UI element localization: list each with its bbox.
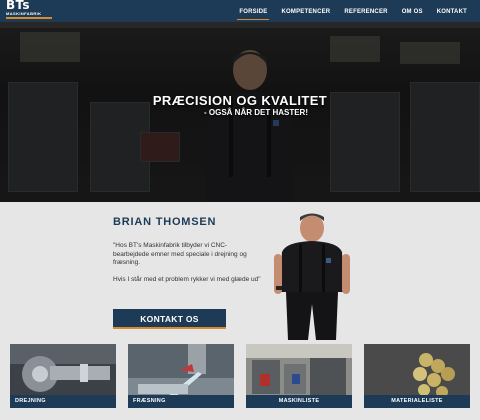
service-cards: DREJNING FRÆSNING MASKINLISTE MATERIALEL… bbox=[0, 340, 480, 420]
card-label: DREJNING bbox=[10, 395, 116, 408]
hero-subtitle: - OGSÅ NÅR DET HASTER! bbox=[204, 108, 308, 117]
main-nav: FORSIDE KOMPETENCER REFERENCER OM OS KON… bbox=[232, 0, 474, 22]
nav-item-kontakt[interactable]: KONTAKT bbox=[430, 0, 474, 22]
card-materialeliste[interactable]: MATERIALELISTE bbox=[364, 344, 470, 408]
quote-paragraph: Hvis I står med et problem rykker vi med… bbox=[113, 275, 261, 283]
card-label: MASKINLISTE bbox=[246, 395, 352, 408]
nav-item-kompetencer[interactable]: KOMPETENCER bbox=[274, 0, 337, 22]
card-label: FRÆSNING bbox=[128, 395, 234, 408]
logo-underline bbox=[6, 17, 52, 19]
logo-subtext: MASKINFABRIK bbox=[6, 11, 42, 16]
company-logo[interactable]: BTs MASKINFABRIK bbox=[6, 0, 56, 20]
hero-banner: PRÆCISION OG KVALITET - OGSÅ NÅR DET HAS… bbox=[0, 22, 480, 202]
contact-button[interactable]: KONTAKT OS bbox=[113, 309, 226, 329]
card-maskinliste[interactable]: MASKINLISTE bbox=[246, 344, 352, 408]
person-name: BRIAN THOMSEN bbox=[113, 216, 217, 228]
person-photo bbox=[274, 213, 350, 340]
card-label: MATERIALELISTE bbox=[364, 395, 470, 408]
card-fraesning[interactable]: FRÆSNING bbox=[128, 344, 234, 408]
nav-item-om-os[interactable]: OM OS bbox=[395, 0, 430, 22]
intro-section: BRIAN THOMSEN "Hos BT's Maskinfabrik til… bbox=[0, 202, 480, 340]
site-header: BTs MASKINFABRIK FORSIDE KOMPETENCER REF… bbox=[0, 0, 480, 22]
nav-item-forside[interactable]: FORSIDE bbox=[232, 0, 274, 22]
hero-title: PRÆCISION OG KVALITET bbox=[152, 93, 328, 108]
quote-paragraph: "Hos BT's Maskinfabrik tilbyder vi CNC-b… bbox=[113, 242, 247, 266]
intro-quote: "Hos BT's Maskinfabrik tilbyder vi CNC-b… bbox=[113, 242, 263, 292]
card-drejning[interactable]: DREJNING bbox=[10, 344, 116, 408]
nav-item-referencer[interactable]: REFERENCER bbox=[337, 0, 394, 22]
